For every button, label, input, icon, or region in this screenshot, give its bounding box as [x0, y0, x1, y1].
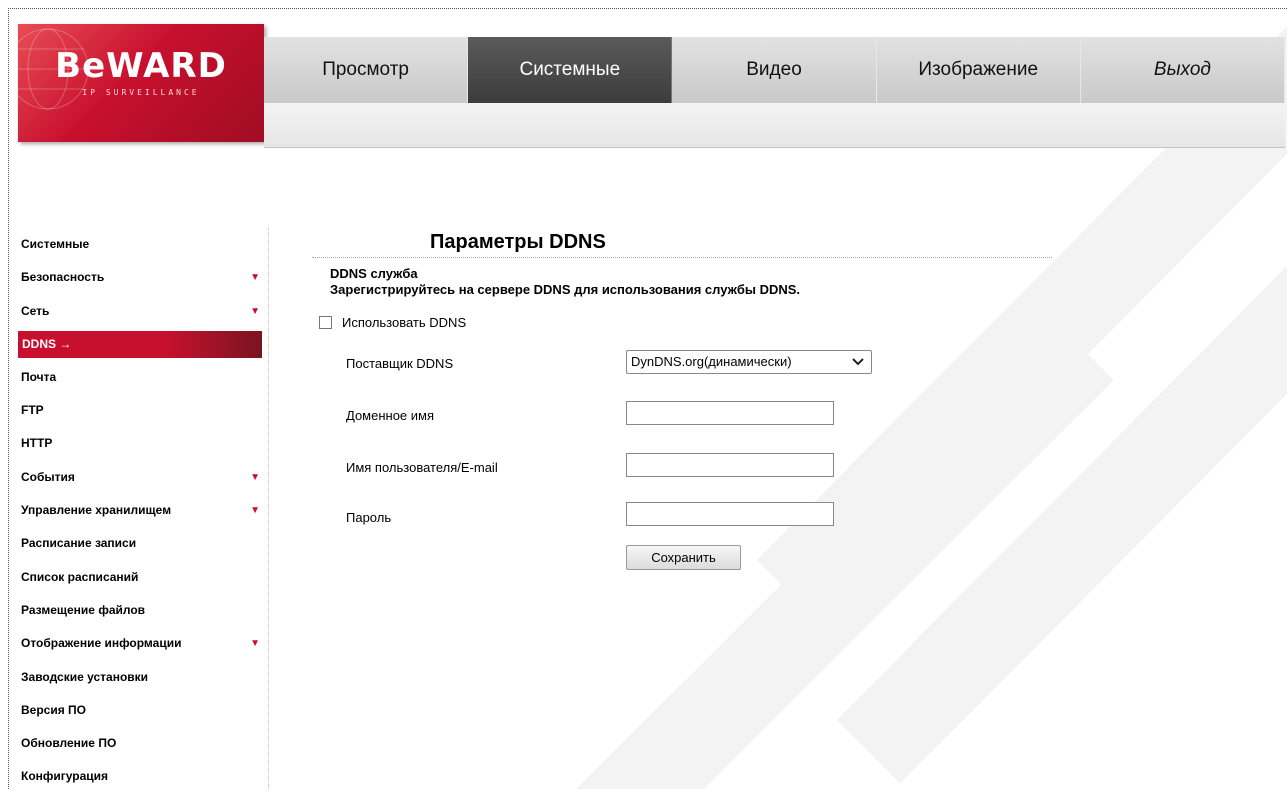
sidebar-divider — [268, 228, 269, 789]
sidebar-item-record-schedule[interactable]: Расписание записи — [18, 527, 262, 560]
sidebar-item-http[interactable]: HTTP — [18, 427, 262, 460]
sidebar-item-file-location[interactable]: Размещение файлов — [18, 594, 262, 627]
sidebar-item-security[interactable]: Безопасность ▼ — [18, 261, 262, 294]
sidebar: Системные Безопасность ▼ Сеть ▼ DDNS → Поч… — [18, 228, 262, 794]
sidebar-item-storage[interactable]: Управление хранилищем ▼ — [18, 494, 262, 527]
sidebar-item-label: Обновление ПО — [21, 736, 117, 751]
sidebar-item-label: DDNS — [22, 336, 57, 351]
sidebar-item-label: FTP — [21, 403, 44, 418]
triangle-down-icon: ▼ — [250, 471, 260, 483]
tab-system[interactable]: Системные — [468, 37, 673, 103]
tab-view[interactable]: Просмотр — [264, 37, 469, 103]
tab-logout[interactable]: Выход — [1081, 37, 1286, 103]
sidebar-item-label: HTTP — [21, 436, 53, 451]
use-ddns-row: Использовать DDNS — [319, 315, 466, 330]
sidebar-item-label: Управление хранилищем — [21, 503, 172, 518]
beward-logo[interactable]: BeWARD IP SURVEILLANCE — [18, 24, 264, 142]
provider-label: Поставщик DDNS — [346, 356, 454, 371]
chevron-down-icon — [852, 358, 864, 366]
section-title: DDNS служба — [330, 266, 418, 281]
sidebar-item-system[interactable]: Системные — [18, 228, 262, 261]
username-input[interactable] — [626, 453, 834, 477]
tab-image[interactable]: Изображение — [877, 37, 1081, 103]
logo-text: BeWARD — [55, 46, 227, 86]
sidebar-item-label: Безопасность — [21, 270, 105, 285]
sidebar-item-label: Версия ПО — [21, 702, 87, 717]
sidebar-item-label: Список расписаний — [21, 569, 139, 584]
sidebar-item-label: Системные — [21, 237, 90, 251]
title-divider — [312, 257, 1052, 258]
sidebar-item-label: События — [21, 469, 75, 484]
sidebar-item-schedule-list[interactable]: Список расписаний — [18, 561, 262, 594]
sidebar-item-ddns[interactable]: DDNS → — [18, 330, 262, 358]
sidebar-item-label: Отображение информации — [21, 636, 182, 651]
page-title: Параметры DDNS — [430, 231, 606, 253]
triangle-down-icon: ▼ — [250, 272, 260, 284]
provider-select[interactable]: DynDNS.org(динамически) — [626, 350, 872, 374]
frame-left-border — [8, 8, 9, 789]
sub-nav-bar — [264, 103, 1285, 148]
use-ddns-checkbox[interactable] — [319, 316, 332, 329]
sidebar-item-label: Конфигурация — [21, 769, 109, 784]
sidebar-item-label: Расписание записи — [21, 536, 137, 551]
triangle-down-icon: ▼ — [250, 505, 260, 517]
logo-tagline: IP SURVEILLANCE — [82, 88, 200, 97]
sidebar-item-ftp[interactable]: FTP — [18, 394, 262, 427]
provider-select-value: DynDNS.org(динамически) — [631, 354, 792, 369]
sidebar-item-label: Заводские установки — [21, 669, 149, 684]
sidebar-item-label: Размещение файлов — [21, 602, 146, 617]
domain-label: Доменное имя — [346, 408, 435, 423]
main-nav: Просмотр Системные Видео Изображение Вых… — [264, 37, 1286, 103]
sidebar-item-firmware-version[interactable]: Версия ПО — [18, 694, 262, 727]
section-note: Зарегистрируйтесь на сервере DDNS для ис… — [330, 282, 801, 297]
domain-input[interactable] — [626, 401, 834, 425]
password-input[interactable] — [626, 502, 834, 526]
sidebar-item-mail[interactable]: Почта — [18, 361, 262, 394]
use-ddns-label: Использовать DDNS — [342, 315, 467, 330]
sidebar-item-network[interactable]: Сеть ▼ — [18, 295, 262, 328]
frame-top-border — [8, 8, 1287, 9]
sidebar-item-info-display[interactable]: Отображение информации ▼ — [18, 627, 262, 660]
arrow-right-icon: → — [59, 336, 72, 351]
triangle-down-icon: ▼ — [250, 638, 260, 650]
password-label: Пароль — [346, 510, 392, 525]
sidebar-item-events[interactable]: События ▼ — [18, 461, 262, 494]
save-button[interactable]: Сохранить — [626, 545, 741, 570]
triangle-down-icon: ▼ — [250, 305, 260, 317]
sidebar-item-factory-defaults[interactable]: Заводские установки — [18, 661, 262, 694]
tab-video[interactable]: Видео — [672, 37, 877, 103]
sidebar-item-label: Сеть — [21, 303, 50, 318]
username-label: Имя пользователя/E-mail — [346, 460, 498, 475]
sidebar-item-label: Почта — [21, 369, 57, 384]
sidebar-item-firmware-update[interactable]: Обновление ПО — [18, 727, 262, 760]
